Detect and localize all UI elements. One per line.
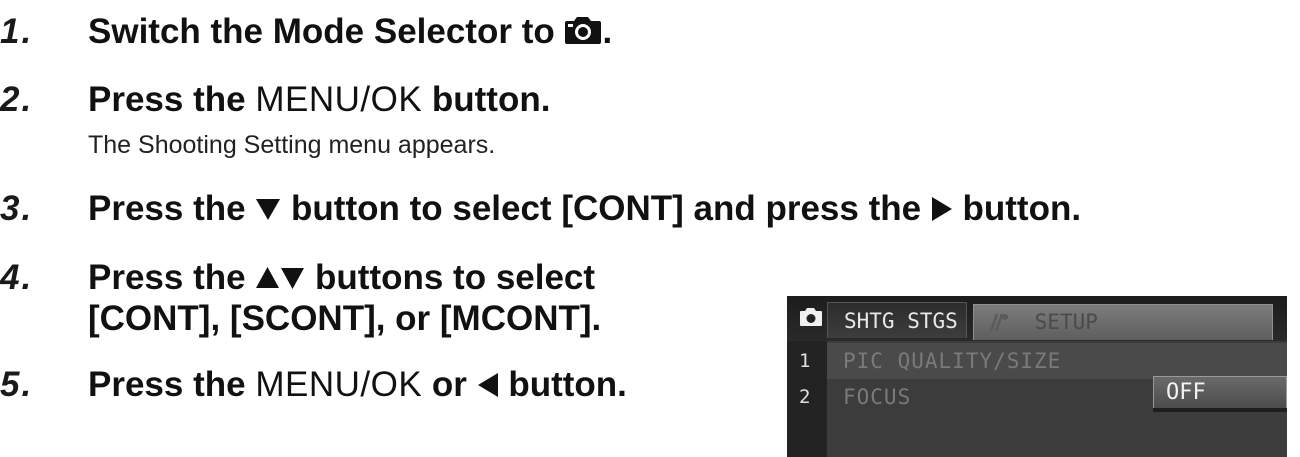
tab-shooting-settings[interactable]: SHTG STGS xyxy=(827,302,967,338)
step-number: 5. xyxy=(0,365,34,404)
step-text-end: button. xyxy=(952,189,1082,228)
step-3: 3. Press the button to select [CONT] and … xyxy=(0,187,1081,231)
step-number: 2. xyxy=(0,80,34,119)
down-arrow-icon xyxy=(255,187,281,231)
option-dropdown-next xyxy=(1153,408,1287,412)
menu-row-label: FOCUS xyxy=(843,385,912,409)
step-4-line-2: [CONT], [SCONT], or [MCONT]. xyxy=(88,299,602,338)
step-2-note: The Shooting Setting menu appears. xyxy=(88,131,496,159)
step-5: 5. Press the MENU/OK or button. xyxy=(0,363,627,407)
left-arrow-icon xyxy=(477,363,499,407)
step-number: 3. xyxy=(0,189,34,228)
camera-menu-screen: SHTG STGS SETUP 1 PIC QUALITY/SIZE 2 FOC… xyxy=(787,296,1287,457)
step-text: Switch the Mode Selector to xyxy=(88,12,565,51)
menu-row-number: 1 xyxy=(799,350,811,372)
step-text-end: button. xyxy=(422,80,551,119)
tab-setup[interactable]: SETUP xyxy=(973,304,1273,340)
camera-icon xyxy=(799,308,823,331)
up-down-arrows-icon xyxy=(255,256,305,300)
step-text: Press the xyxy=(88,365,256,404)
step-text-end: buttons to select xyxy=(305,258,596,297)
step-number: 1. xyxy=(0,12,34,51)
step-text-middle: or xyxy=(422,365,477,404)
step-text-middle: button to select [CONT] and press the xyxy=(281,189,931,228)
menu-ok-button-label: MENU/OK xyxy=(255,80,423,119)
step-number: 4. xyxy=(0,258,34,297)
menu-tab-bar: SHTG STGS SETUP xyxy=(787,296,1287,341)
step-text: Press the xyxy=(88,189,256,228)
right-arrow-icon xyxy=(931,187,953,231)
menu-ok-button-label: MENU/OK xyxy=(255,365,423,404)
option-dropdown[interactable]: OFF xyxy=(1153,376,1287,408)
step-text: Press the xyxy=(88,80,256,119)
step-2: 2. Press the MENU/OK button. xyxy=(0,78,550,122)
tab-setup-label: SETUP xyxy=(1034,310,1098,334)
step-text-end: button. xyxy=(498,365,627,404)
menu-row-label: PIC QUALITY/SIZE xyxy=(843,349,1062,373)
setup-icon xyxy=(988,310,1023,334)
step-1: 1. Switch the Mode Selector to . xyxy=(0,10,612,54)
menu-row[interactable]: 1 PIC QUALITY/SIZE xyxy=(787,343,1287,379)
camera-icon xyxy=(564,10,602,54)
menu-row-number: 2 xyxy=(799,386,811,408)
step-text: Press the xyxy=(88,258,256,297)
step-4: 4. Press the buttons to select xyxy=(0,256,595,300)
step-text-end: . xyxy=(602,12,613,51)
